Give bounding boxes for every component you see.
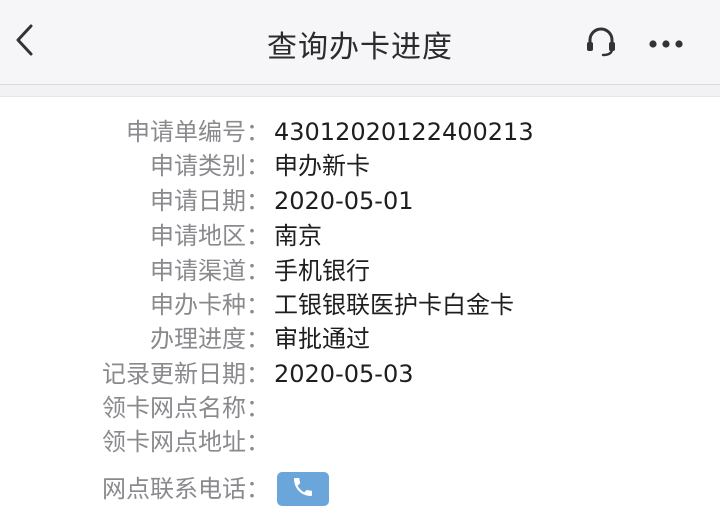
customer-service-button[interactable] [580, 22, 622, 64]
phone-icon [291, 475, 315, 503]
detail-label: 领卡网点地址： [102, 428, 270, 456]
detail-label: 申请地区： [150, 222, 270, 250]
detail-row-update-date: 记录更新日期： 2020-05-03 [0, 357, 720, 391]
detail-row-card-type: 申办卡种： 工银银联医护卡白金卡 [0, 288, 720, 322]
detail-label: 申办卡种： [150, 291, 270, 319]
detail-row-region: 申请地区： 南京 [0, 219, 720, 253]
detail-row-progress: 办理进度： 审批通过 [0, 322, 720, 356]
detail-label: 申请渠道： [150, 257, 270, 285]
detail-value: 43012020122400213 [274, 118, 534, 146]
more-button[interactable] [644, 22, 688, 64]
detail-value: 申办新卡 [274, 152, 370, 180]
detail-row-application-date: 申请日期： 2020-05-01 [0, 184, 720, 218]
detail-row-channel: 申请渠道： 手机银行 [0, 254, 720, 288]
detail-row-branch-address: 领卡网点地址： [0, 425, 720, 459]
nav-bar: 查询办卡进度 [0, 0, 720, 85]
detail-row-branch-phone: 网点联系电话： [0, 472, 720, 506]
detail-label: 申请日期： [150, 187, 270, 215]
detail-value: 审批通过 [274, 325, 370, 353]
call-branch-button[interactable] [277, 472, 329, 506]
detail-label: 记录更新日期： [102, 360, 270, 388]
detail-row-branch-name: 领卡网点名称： [0, 391, 720, 425]
detail-label: 申请单编号： [126, 118, 270, 146]
detail-row-application-number: 申请单编号： 43012020122400213 [0, 115, 720, 149]
detail-value: 南京 [274, 222, 322, 250]
headset-icon [583, 23, 619, 63]
detail-value: 2020-05-01 [274, 187, 414, 215]
detail-label: 申请类别： [150, 152, 270, 180]
detail-label: 领卡网点名称： [102, 394, 270, 422]
detail-label: 办理进度： [150, 325, 270, 353]
detail-label: 网点联系电话： [102, 475, 270, 503]
progress-details-card: 申请单编号： 43012020122400213 申请类别： 申办新卡 申请日期… [0, 96, 720, 521]
detail-value: 手机银行 [274, 257, 370, 285]
more-dots-icon [648, 34, 684, 53]
detail-value: 工银银联医护卡白金卡 [274, 291, 514, 319]
detail-value: 2020-05-03 [274, 360, 414, 388]
detail-row-application-type: 申请类别： 申办新卡 [0, 149, 720, 183]
